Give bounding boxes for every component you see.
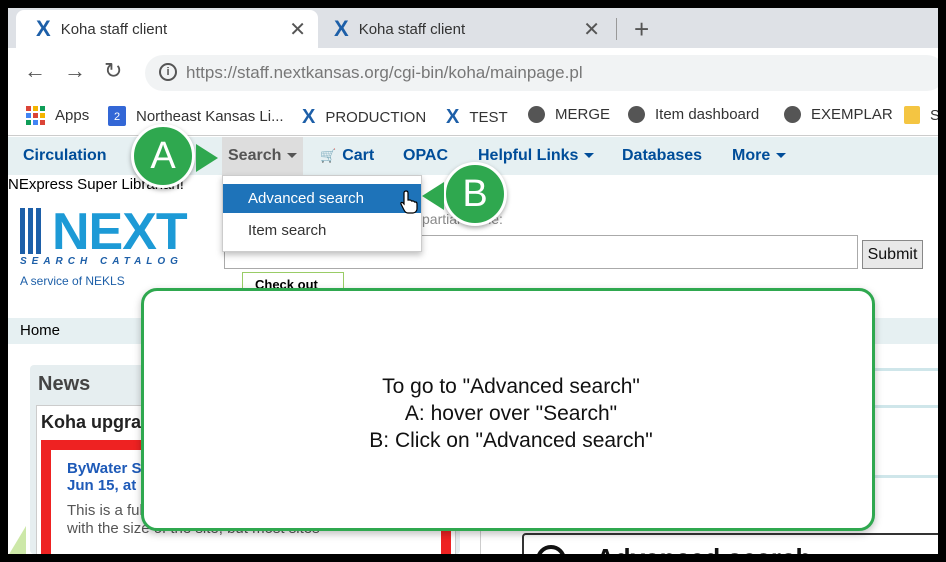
decorative-triangle xyxy=(8,526,26,554)
caret-down-icon xyxy=(584,153,595,159)
news-headline: Koha upgra xyxy=(41,412,142,432)
koha-x-icon: X xyxy=(36,16,51,41)
browser-toolbar: ← → ↻ i https://staff.nextkansas.org/cgi… xyxy=(8,48,938,98)
folder-icon xyxy=(904,106,920,124)
screenshot-frame: X Koha staff client ✕ X Koha staff clien… xyxy=(8,8,938,554)
advanced-search-heading-box: Advanced search xyxy=(522,533,938,554)
nav-databases[interactable]: Databases xyxy=(622,147,702,165)
news-author: ByWater S Jun 15, at xyxy=(67,460,142,494)
koha-x-icon: X xyxy=(446,106,460,128)
new-tab-button[interactable]: + xyxy=(634,14,649,45)
menu-item-item-search[interactable]: Item search xyxy=(223,216,421,245)
submit-button[interactable]: Submit xyxy=(862,240,923,269)
nav-search[interactable]: Search xyxy=(222,137,304,175)
caret-down-icon xyxy=(287,153,298,159)
hand-cursor-icon xyxy=(400,190,418,214)
reload-icon[interactable]: ↻ xyxy=(104,58,122,84)
tab-separator xyxy=(616,18,617,40)
bookmark-item-dashboard[interactable]: Item dashboard xyxy=(628,106,759,123)
apps-grid-icon xyxy=(26,106,45,125)
close-icon[interactable]: ✕ xyxy=(289,17,306,42)
magnifier-icon xyxy=(536,545,566,554)
browser-tab-strip: X Koha staff client ✕ X Koha staff clien… xyxy=(8,8,938,48)
nav-cart[interactable]: 🛒 Cart xyxy=(320,147,374,165)
url-text: https://staff.nextkansas.org/cgi-bin/koh… xyxy=(186,63,583,82)
menu-item-advanced-search[interactable]: Advanced search xyxy=(223,184,421,213)
nav-helpful-links[interactable]: Helpful Links xyxy=(478,147,595,165)
browser-tab-active[interactable]: X Koha staff client ✕ xyxy=(16,10,318,48)
globe-icon xyxy=(784,106,801,123)
callout-badge-b: B xyxy=(443,162,507,226)
breadcrumb-home[interactable]: Home xyxy=(20,322,60,339)
bookmark-production[interactable]: X PRODUCTION xyxy=(302,106,426,129)
koha-x-icon: X xyxy=(334,16,349,41)
caret-down-icon xyxy=(776,153,787,159)
close-icon[interactable]: ✕ xyxy=(583,17,600,42)
instruction-line-2: A: hover over "Search" xyxy=(404,402,618,425)
nav-more[interactable]: More xyxy=(732,147,787,165)
callout-pointer-b xyxy=(422,182,444,210)
bookmark-exemplar[interactable]: EXEMPLAR xyxy=(784,106,893,123)
tab-title: Koha staff client xyxy=(358,20,466,38)
address-bar[interactable]: i https://staff.nextkansas.org/cgi-bin/k… xyxy=(145,55,938,91)
callout-pointer-a xyxy=(196,144,218,172)
bookmark-test[interactable]: X TEST xyxy=(446,106,508,129)
news-title: News xyxy=(38,373,91,395)
calendar-icon: 2 xyxy=(108,106,126,126)
bookmark-merge[interactable]: MERGE xyxy=(528,106,610,123)
nav-circulation[interactable]: Circulation xyxy=(23,147,107,165)
koha-x-icon: X xyxy=(302,106,316,128)
browser-tab[interactable]: X Koha staff client ✕ xyxy=(314,10,612,48)
bookmark-apps[interactable]: Apps xyxy=(26,106,89,125)
instruction-callout-box: To go to "Advanced search" A: hover over… xyxy=(141,288,875,531)
advanced-search-heading: Advanced search xyxy=(596,543,811,554)
instruction-line-1: To go to "Advanced search" xyxy=(382,375,640,398)
callout-badge-a: A xyxy=(131,124,195,188)
info-icon[interactable]: i xyxy=(159,63,177,81)
back-arrow-icon[interactable]: ← xyxy=(24,58,46,84)
bookmark-northeast-kansas[interactable]: 2 Northeast Kansas Li... xyxy=(108,106,284,126)
instruction-line-3: B: Click on "Advanced search" xyxy=(369,429,653,452)
forward-arrow-icon[interactable]: → xyxy=(64,58,86,84)
search-dropdown-menu: Advanced search Item search xyxy=(222,175,422,252)
globe-icon xyxy=(528,106,545,123)
nav-opac[interactable]: OPAC xyxy=(403,147,448,165)
cart-icon: 🛒 xyxy=(320,148,337,163)
bookmark-folder[interactable]: S xyxy=(904,106,938,124)
globe-icon xyxy=(628,106,645,123)
tab-title: Koha staff client xyxy=(60,20,168,38)
